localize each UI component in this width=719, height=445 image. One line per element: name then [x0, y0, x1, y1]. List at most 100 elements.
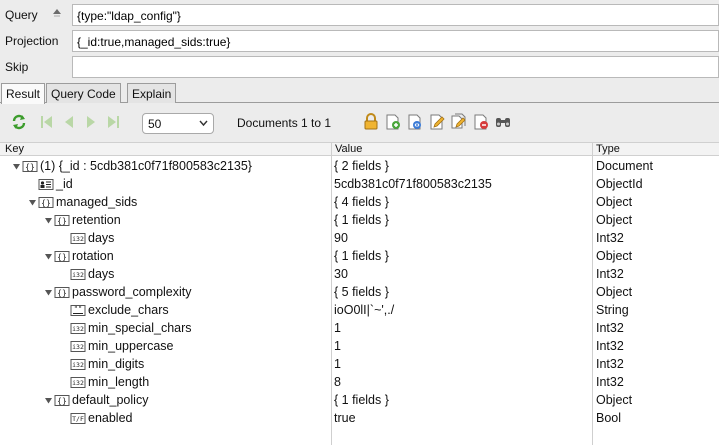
key-cell: {} default_policy [44, 392, 148, 408]
table-row[interactable]: i32 min_uppercase 1 Int32 [0, 337, 719, 355]
table-row[interactable]: {} (1) {_id : 5cdb381c0f71f800583c2135} { … [0, 157, 719, 175]
query-label: Query [5, 8, 38, 22]
expand-triangle-icon[interactable] [44, 396, 53, 405]
object-icon: {} [54, 214, 70, 226]
table-row[interactable]: "" exclude_chars ioO0lI|`~',./ String [0, 301, 719, 319]
lock-icon[interactable] [362, 113, 380, 131]
next-page-icon[interactable] [82, 113, 100, 131]
int32-icon: i32 [70, 232, 86, 244]
query-input[interactable]: {type:"ldap_config"} [72, 4, 719, 26]
expand-triangle-icon[interactable] [44, 288, 53, 297]
projection-label: Projection [5, 34, 59, 48]
column-header-type[interactable]: Type [596, 143, 620, 155]
table-row[interactable]: {} retention { 1 fields } Object [0, 211, 719, 229]
tab-result[interactable]: Result [1, 83, 46, 104]
bool-icon: T/F [70, 412, 86, 424]
key-cell: {} password_complexity [44, 284, 192, 300]
svg-text:{}: {} [57, 396, 67, 405]
first-page-icon[interactable] [38, 113, 56, 131]
key-cell: {} managed_sids [28, 194, 137, 210]
row-value: { 4 fields } [334, 195, 389, 209]
object-icon: {} [54, 250, 70, 262]
svg-text:i32: i32 [72, 271, 84, 279]
page-size-select[interactable]: 50 [142, 113, 214, 134]
svg-text:i32: i32 [72, 235, 84, 243]
skip-input[interactable] [72, 56, 719, 78]
previous-page-icon[interactable] [60, 113, 78, 131]
tab-explain[interactable]: Explain [127, 83, 177, 103]
table-row[interactable]: i32 min_digits 1 Int32 [0, 355, 719, 373]
table-row[interactable]: {} rotation { 1 fields } Object [0, 247, 719, 265]
key-cell: i32 days [60, 266, 114, 282]
table-row[interactable]: i32 days 90 Int32 [0, 229, 719, 247]
svg-text:i32: i32 [72, 361, 84, 369]
row-value: 1 [334, 321, 341, 335]
svg-text:i32: i32 [72, 343, 84, 351]
row-type: Document [596, 159, 653, 173]
table-row[interactable]: T/F enabled true Bool [0, 409, 719, 427]
table-body: {} (1) {_id : 5cdb381c0f71f800583c2135} { … [0, 157, 719, 427]
edit-document-icon[interactable] [428, 113, 446, 131]
key-cell: T/F enabled [60, 410, 133, 426]
int32-icon: i32 [70, 322, 86, 334]
table-row[interactable]: _id 5cdb381c0f71f800583c2135 ObjectId [0, 175, 719, 193]
chevron-down-icon [199, 120, 208, 127]
skip-row: Skip [0, 54, 719, 80]
add-document-icon[interactable] [384, 113, 402, 131]
object-icon: {} [54, 286, 70, 298]
table-row[interactable]: {} managed_sids { 4 fields } Object [0, 193, 719, 211]
expand-triangle-icon[interactable] [12, 162, 21, 171]
last-page-icon[interactable] [104, 113, 122, 131]
key-cell: i32 min_uppercase [60, 338, 173, 354]
edit-multiple-icon[interactable] [450, 113, 468, 131]
tab-query-code[interactable]: Query Code [46, 83, 121, 103]
row-key: min_length [88, 375, 150, 389]
objectid-icon [38, 178, 54, 190]
int32-icon: i32 [70, 268, 86, 280]
svg-text:{}: {} [41, 198, 51, 207]
expand-triangle-icon[interactable] [28, 198, 37, 207]
row-value: true [334, 411, 356, 425]
row-type: Object [596, 285, 633, 299]
column-header-value[interactable]: Value [335, 143, 362, 155]
table-row[interactable]: {} default_policy { 1 fields } Object [0, 391, 719, 409]
row-key: rotation [72, 249, 114, 263]
table-row[interactable]: i32 days 30 Int32 [0, 265, 719, 283]
key-cell: i32 min_length [60, 374, 149, 390]
int32-icon: i32 [70, 340, 86, 352]
row-type: Int32 [596, 375, 624, 389]
expand-triangle-icon[interactable] [44, 252, 53, 261]
key-cell: i32 days [60, 230, 114, 246]
key-cell: {} retention [44, 212, 121, 228]
sort-arrows-icon[interactable] [52, 8, 62, 20]
row-type: Object [596, 249, 633, 263]
row-key: days [88, 267, 115, 281]
row-value: 8 [334, 375, 341, 389]
find-icon[interactable] [494, 113, 512, 131]
table-row[interactable]: i32 min_special_chars 1 Int32 [0, 319, 719, 337]
row-value: { 5 fields } [334, 285, 389, 299]
row-key: managed_sids [56, 195, 138, 209]
svg-text:T/F: T/F [72, 415, 84, 423]
result-tree-table[interactable]: Key Value Type {} (1) {_id : 5cdb381c0f71… [0, 142, 719, 445]
row-type: Int32 [596, 231, 624, 245]
svg-text:{}: {} [57, 216, 67, 225]
delete-document-icon[interactable] [472, 113, 490, 131]
table-row[interactable]: i32 min_length 8 Int32 [0, 373, 719, 391]
row-value: 1 [334, 339, 341, 353]
key-cell: {} rotation [44, 248, 114, 264]
svg-text:{}: {} [57, 288, 67, 297]
column-header-key[interactable]: Key [5, 143, 24, 155]
page-size-value: 50 [148, 117, 162, 131]
refresh-icon[interactable] [10, 113, 28, 131]
svg-text:{}: {} [57, 252, 67, 261]
table-row[interactable]: {} password_complexity { 5 fields } Object [0, 283, 719, 301]
view-document-icon[interactable] [406, 113, 424, 131]
row-key: min_special_chars [88, 321, 192, 335]
projection-input[interactable]: {_id:true,managed_sids:true} [72, 30, 719, 52]
row-value: { 1 fields } [334, 249, 389, 263]
result-tabs: Result Query Code Explain [0, 83, 719, 104]
row-key: days [88, 231, 115, 245]
expand-triangle-icon[interactable] [44, 216, 53, 225]
row-key: retention [72, 213, 121, 227]
